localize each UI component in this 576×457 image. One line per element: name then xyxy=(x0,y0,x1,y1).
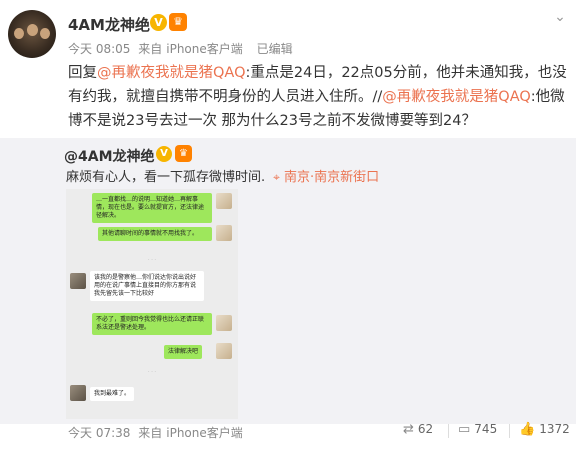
like-icon: 👍 xyxy=(519,422,536,437)
location-pin-icon: ⌖ xyxy=(273,170,280,184)
comment-action[interactable]: ▭ 745 xyxy=(458,422,497,437)
repost-icon: ⇄ xyxy=(403,422,414,437)
chat-timestamp: · · · xyxy=(148,257,156,263)
location-link[interactable]: 南京·南京新街口 xyxy=(284,170,379,185)
chat-timestamp: · · · xyxy=(148,369,156,375)
source-prefix: 来自 xyxy=(138,426,163,440)
divider xyxy=(448,424,449,438)
chat-screenshot[interactable]: …一直都找…的说明…知道她…再解事情，现在也是。要么就提官方，还法律途径解决。 … xyxy=(66,189,238,419)
vip-crown-icon[interactable]: ♛ xyxy=(175,145,192,162)
comment-icon: ▭ xyxy=(458,422,471,437)
weibo-post: 4AM龙神绝 V ♛ ⌄ 今天 08:05 来自 iPhone客户端 已编辑 回复… xyxy=(0,0,576,457)
divider xyxy=(509,424,510,438)
post-source[interactable]: iPhone客户端 xyxy=(166,42,243,56)
post-body: 回复@再歉夜我就是猪QAQ:重点是24日，22点05分前，他并未通知我，也没有约… xyxy=(68,61,568,133)
chat-avatar-me xyxy=(216,193,232,209)
comment-count: 745 xyxy=(474,422,498,436)
chat-avatar-me xyxy=(216,225,232,241)
repost-username[interactable]: @4AM龙神绝 xyxy=(64,146,155,166)
chat-avatar-other xyxy=(70,385,86,401)
chat-bubble: …一直都找…的说明…知道她…再解事情，现在也是。要么就提官方，还法律途径解决。 xyxy=(92,193,212,223)
chat-bubble: 其他请聊时间的事情就不用找我了。 xyxy=(98,227,212,241)
username[interactable]: 4AM龙神绝 xyxy=(68,14,150,35)
chat-bubble: 法律解决吧 xyxy=(164,345,203,359)
repost-count: 62 xyxy=(417,422,434,436)
like-action[interactable]: 👍 1372 xyxy=(519,422,570,437)
repost-body: 麻烦有心人，看一下孤存微博时间. xyxy=(66,170,266,185)
repost-text: 麻烦有心人，看一下孤存微博时间. ⌖ 南京·南京新街口 xyxy=(66,166,379,185)
chat-bubble: 不必了，重则回今我觉得也比么还请正联系法还是警述处理。 xyxy=(92,313,212,335)
repost-action[interactable]: ⇄ 62 xyxy=(403,422,433,437)
vip-crown-icon[interactable]: ♛ xyxy=(169,13,187,31)
like-count: 1372 xyxy=(539,422,570,436)
source-prefix: 来自 xyxy=(138,42,163,56)
post-time[interactable]: 今天 08:05 xyxy=(68,42,130,56)
chat-avatar-me xyxy=(216,315,232,331)
chat-avatar-other xyxy=(70,273,86,289)
repost-footer: 今天 07:38 来自 iPhone客户端 xyxy=(68,424,247,441)
chat-bubble: 该我的是警察他…你们说达你说出说好用的在说广事情上直接目的你方那有说我先留先该一… xyxy=(90,271,204,301)
repost-time[interactable]: 今天 07:38 xyxy=(68,426,130,440)
post-meta: 今天 08:05 来自 iPhone客户端 已编辑 xyxy=(68,40,297,57)
reply-prefix: 回复 xyxy=(68,65,97,81)
chevron-down-icon[interactable]: ⌄ xyxy=(552,10,568,24)
avatar[interactable] xyxy=(8,10,56,58)
chat-bubble: 我到最难了。 xyxy=(90,387,135,401)
mention-link[interactable]: @再歉夜我就是猪QAQ xyxy=(382,89,531,105)
edited-label[interactable]: 已编辑 xyxy=(257,42,293,56)
chat-avatar-me xyxy=(216,343,232,359)
verified-v-icon: V xyxy=(150,14,167,31)
mention-link[interactable]: @再歉夜我就是猪QAQ xyxy=(97,65,246,81)
verified-v-icon: V xyxy=(156,146,172,162)
repost-source[interactable]: iPhone客户端 xyxy=(166,426,243,440)
